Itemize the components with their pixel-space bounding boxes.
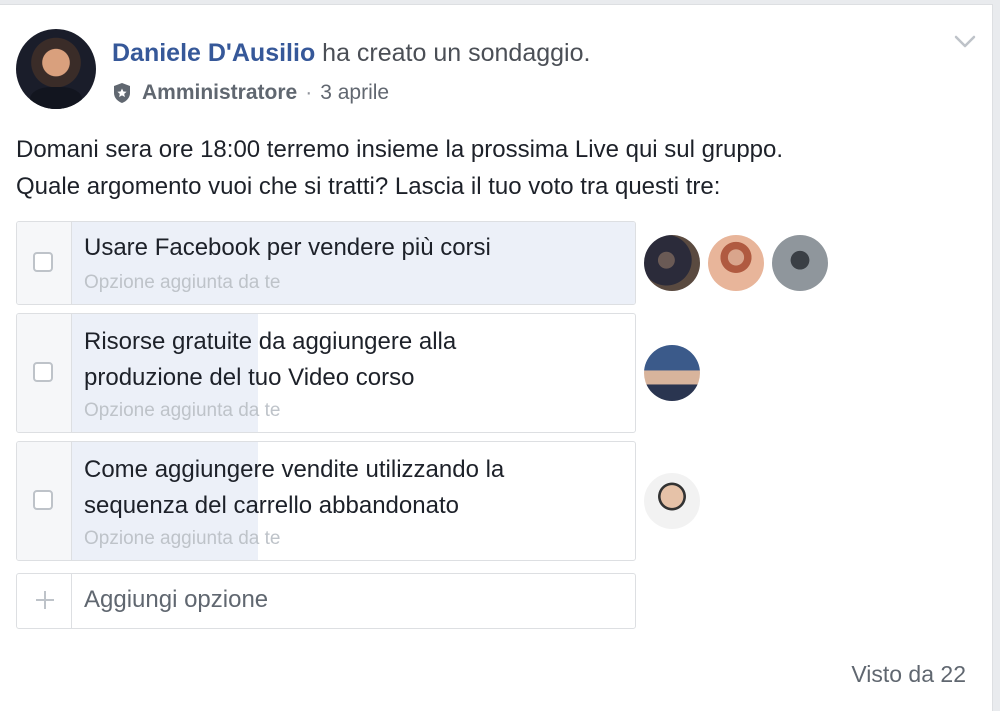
author-name-link[interactable]: Daniele D'Ausilio [112,39,315,67]
chevron-down-icon[interactable] [954,35,976,49]
member-role: Amministratore [142,81,298,104]
poll-option-checkbox[interactable] [33,252,53,272]
poll-post-card: Daniele D'Ausilio ha creato un sondaggio… [0,4,993,711]
option-added-by-note: Opzione aggiunta da te [84,400,281,421]
post-text-line: Quale argomento vuoi che si tratti? Lasc… [16,173,721,200]
option-1-voters [644,235,828,291]
meta-separator: · [305,81,313,104]
option-added-by-note: Opzione aggiunta da te [84,528,281,549]
post-header: Daniele D'Ausilio ha creato un sondaggio… [16,29,976,113]
post-date-link[interactable]: 3 aprile [320,81,389,105]
post-text-line: Domani sera ore 18:00 terremo insieme la… [16,136,784,163]
option-added-by-note: Opzione aggiunta da te [84,272,281,293]
poll-option-2[interactable]: Risorse gratuite da aggiungere alla prod… [16,313,636,433]
author-avatar[interactable] [16,29,96,109]
poll-option-3[interactable]: Come aggiungere vendite utilizzando la s… [16,441,636,561]
plus-icon [33,588,57,612]
poll-option-1[interactable]: Usare Facebook per vendere più corsi Opz… [16,221,636,305]
poll-option-checkbox[interactable] [33,490,53,510]
post-meta: Amministratore · 3 aprile [112,81,389,105]
voter-avatar[interactable] [644,473,700,529]
voter-avatar[interactable] [772,235,828,291]
voter-avatar[interactable] [644,345,700,401]
add-option-input[interactable]: Aggiungi opzione [16,573,636,629]
poll-option-label: Usare Facebook per vendere più corsi [84,234,491,261]
voter-avatar[interactable] [708,235,764,291]
option-3-voters [644,473,700,529]
post-action-text: ha creato un sondaggio. [322,39,591,67]
option-2-voters [644,345,700,401]
poll-option-label: Come aggiungere vendite utilizzando la s… [84,456,505,519]
voter-avatar[interactable] [644,235,700,291]
author-line: Daniele D'Ausilio ha creato un sondaggio… [112,39,590,68]
add-option-placeholder: Aggiungi opzione [84,586,269,613]
poll-option-checkbox[interactable] [33,362,53,382]
seen-by-count[interactable]: Visto da 22 [851,661,966,688]
poll-option-label: Risorse gratuite da aggiungere alla prod… [84,328,457,391]
post-body-text: Domani sera ore 18:00 terremo insieme la… [16,131,976,205]
shield-icon [112,82,132,104]
